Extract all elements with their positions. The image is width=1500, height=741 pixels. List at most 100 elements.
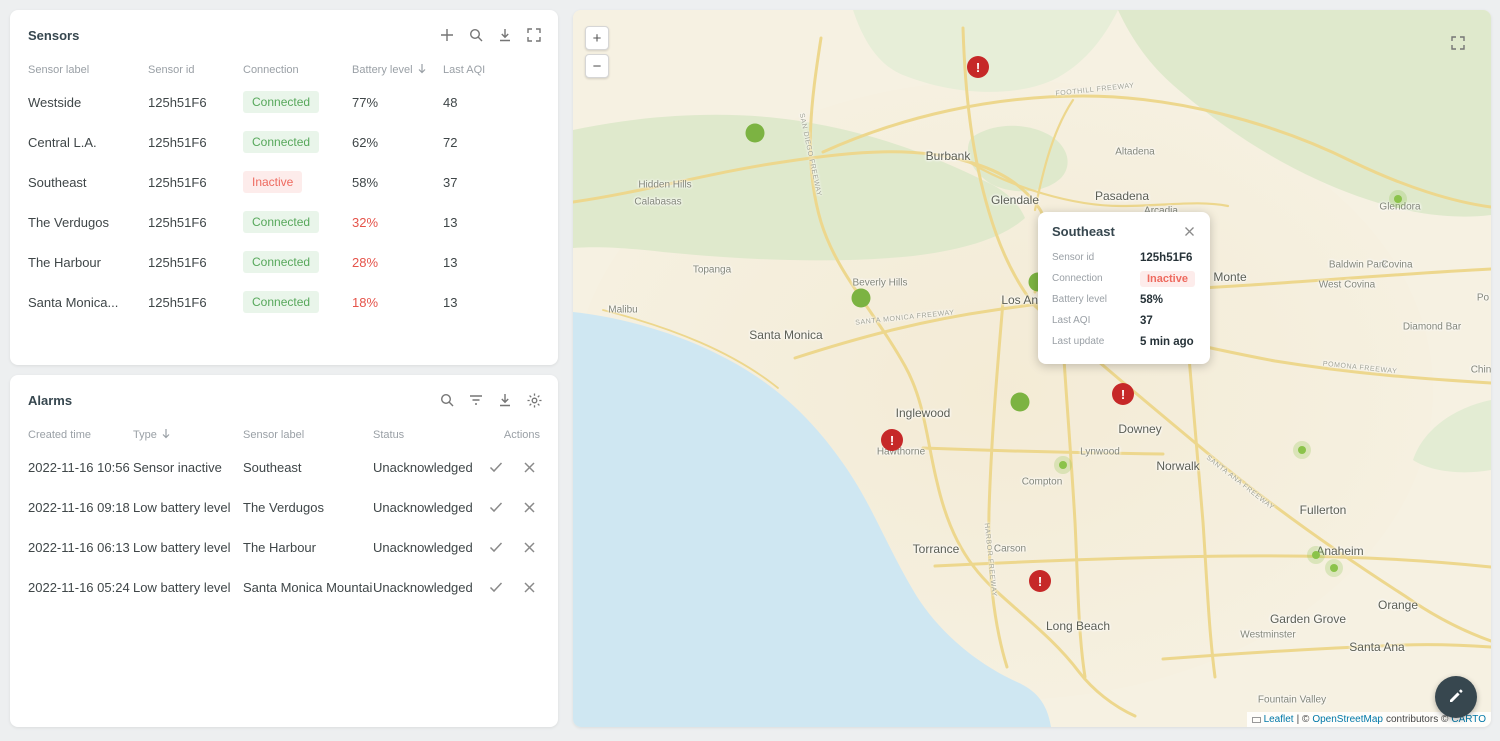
sensor-marker[interactable] xyxy=(1312,551,1320,559)
map-fullscreen-button[interactable] xyxy=(1449,34,1467,52)
alarm-row[interactable]: 2022-11-16 05:24 Low battery level Santa… xyxy=(10,567,558,607)
download-alarms-button[interactable] xyxy=(496,391,514,409)
acknowledge-alarm-button[interactable] xyxy=(487,458,505,476)
sensor-id: 125h51F6 xyxy=(148,295,243,310)
battery-level: 62% xyxy=(352,135,443,150)
search-icon xyxy=(468,27,484,43)
col-created-time[interactable]: Created time xyxy=(28,429,133,441)
dismiss-alarm-button[interactable] xyxy=(520,498,538,516)
col-sensor-label[interactable]: Sensor label xyxy=(28,64,148,76)
sensor-row[interactable]: Southeast 125h51F6 Inactive 58% 37 xyxy=(10,162,558,202)
fullscreen-icon xyxy=(526,27,542,43)
close-icon xyxy=(1184,226,1195,237)
sensor-row[interactable]: The Verdugos 125h51F6 Connected 32% 13 xyxy=(10,202,558,242)
add-sensor-button[interactable] xyxy=(438,26,456,44)
map[interactable]: BurbankGlendalePasadenaMonteLos AngSanta… xyxy=(573,10,1491,727)
sensor-marker[interactable] xyxy=(852,289,871,308)
acknowledge-alarm-button[interactable] xyxy=(487,578,505,596)
sensor-marker[interactable] xyxy=(1298,446,1306,454)
sensor-marker[interactable] xyxy=(1394,195,1402,203)
search-sensors-button[interactable] xyxy=(467,26,485,44)
popup-field: Battery level 58% xyxy=(1052,289,1196,310)
osm-link[interactable]: OpenStreetMap xyxy=(1312,714,1383,725)
download-icon xyxy=(497,27,513,43)
popup-field: Sensor id 125h51F6 xyxy=(1052,247,1196,268)
sensor-marker[interactable]: ! xyxy=(1112,383,1134,405)
plus-icon xyxy=(439,27,455,43)
sensor-marker[interactable] xyxy=(1011,393,1030,412)
sensor-marker[interactable]: ! xyxy=(1029,570,1051,592)
alarm-row[interactable]: 2022-11-16 09:18 Low battery level The V… xyxy=(10,487,558,527)
close-icon xyxy=(522,580,537,595)
sensor-label: Southeast xyxy=(28,175,148,190)
close-icon xyxy=(522,500,537,515)
sensor-label: The Verdugos xyxy=(28,215,148,230)
popup-fields: Sensor id 125h51F6 Connection Inactive B… xyxy=(1052,247,1196,352)
download-sensors-button[interactable] xyxy=(496,26,514,44)
sensor-marker[interactable]: ! xyxy=(881,429,903,451)
alarms-title: Alarms xyxy=(28,393,72,408)
alarms-settings-button[interactable] xyxy=(525,391,543,409)
connection-badge: Connected xyxy=(243,291,319,313)
sensor-row[interactable]: The Harbour 125h51F6 Connected 28% 13 xyxy=(10,242,558,282)
last-aqi: 37 xyxy=(443,175,540,190)
alarm-type: Low battery level xyxy=(133,500,243,515)
check-icon xyxy=(488,459,504,475)
popup-title: Southeast xyxy=(1052,224,1115,239)
connection-badge: Inactive xyxy=(243,171,302,193)
sensors-title: Sensors xyxy=(28,28,79,43)
col-connection[interactable]: Connection xyxy=(243,64,352,76)
popup-field-label: Last AQI xyxy=(1052,315,1140,326)
sensor-marker[interactable] xyxy=(1330,564,1338,572)
sensors-table-header: Sensor label Sensor id Connection Batter… xyxy=(10,58,558,82)
connection-badge: Connected xyxy=(243,251,319,273)
connection-badge: Connected xyxy=(243,91,319,113)
sensor-row[interactable]: Central L.A. 125h51F6 Connected 62% 72 xyxy=(10,122,558,162)
filter-alarms-button[interactable] xyxy=(467,391,485,409)
sensor-row[interactable]: Santa Monica... 125h51F6 Connected 18% 1… xyxy=(10,282,558,322)
last-aqi: 13 xyxy=(443,215,540,230)
last-aqi: 13 xyxy=(443,255,540,270)
zoom-in-button[interactable]: + xyxy=(585,26,609,50)
sensor-marker[interactable] xyxy=(1059,461,1067,469)
alarm-sensor-label: The Verdugos xyxy=(243,500,373,515)
expand-sensors-button[interactable] xyxy=(525,26,543,44)
sensor-id: 125h51F6 xyxy=(148,175,243,190)
dismiss-alarm-button[interactable] xyxy=(520,458,538,476)
col-type[interactable]: Type xyxy=(133,428,243,442)
dismiss-alarm-button[interactable] xyxy=(520,578,538,596)
sensor-id: 125h51F6 xyxy=(148,215,243,230)
sensor-popup: Southeast Sensor id 125h51F6 Connection … xyxy=(1038,212,1210,364)
sensor-row[interactable]: Westside 125h51F6 Connected 77% 48 xyxy=(10,82,558,122)
leaflet-link[interactable]: Leaflet xyxy=(1264,714,1294,725)
col-sensor-label[interactable]: Sensor label xyxy=(243,429,373,441)
col-battery-level[interactable]: Battery level xyxy=(352,63,443,77)
search-icon xyxy=(439,392,455,408)
popup-field: Connection Inactive xyxy=(1052,268,1196,289)
alarm-row[interactable]: 2022-11-16 06:13 Low battery level The H… xyxy=(10,527,558,567)
sensor-marker[interactable]: ! xyxy=(967,56,989,78)
alert-exclamation-icon: ! xyxy=(1121,387,1125,402)
col-status[interactable]: Status xyxy=(373,429,473,441)
alarm-created-time: 2022-11-16 10:56 xyxy=(28,460,133,475)
popup-close-button[interactable] xyxy=(1182,225,1196,239)
connection-badge: Connected xyxy=(243,211,319,233)
search-alarms-button[interactable] xyxy=(438,391,456,409)
alarm-created-time: 2022-11-16 09:18 xyxy=(28,500,133,515)
edit-fab-button[interactable] xyxy=(1435,676,1477,718)
acknowledge-alarm-button[interactable] xyxy=(487,538,505,556)
col-last-aqi[interactable]: Last AQI xyxy=(443,64,540,76)
popup-field-label: Connection xyxy=(1052,273,1140,284)
sensors-panel-header: Sensors xyxy=(10,10,558,44)
alarms-toolbar xyxy=(438,391,543,409)
sensor-marker[interactable] xyxy=(746,124,765,143)
col-sensor-id[interactable]: Sensor id xyxy=(148,64,243,76)
last-aqi: 13 xyxy=(443,295,540,310)
alarm-row[interactable]: 2022-11-16 10:56 Sensor inactive Southea… xyxy=(10,447,558,487)
dismiss-alarm-button[interactable] xyxy=(520,538,538,556)
sensor-label: The Harbour xyxy=(28,255,148,270)
alarm-status: Unacknowledged xyxy=(373,580,473,595)
zoom-out-button[interactable]: − xyxy=(585,54,609,78)
acknowledge-alarm-button[interactable] xyxy=(487,498,505,516)
last-aqi: 72 xyxy=(443,135,540,150)
